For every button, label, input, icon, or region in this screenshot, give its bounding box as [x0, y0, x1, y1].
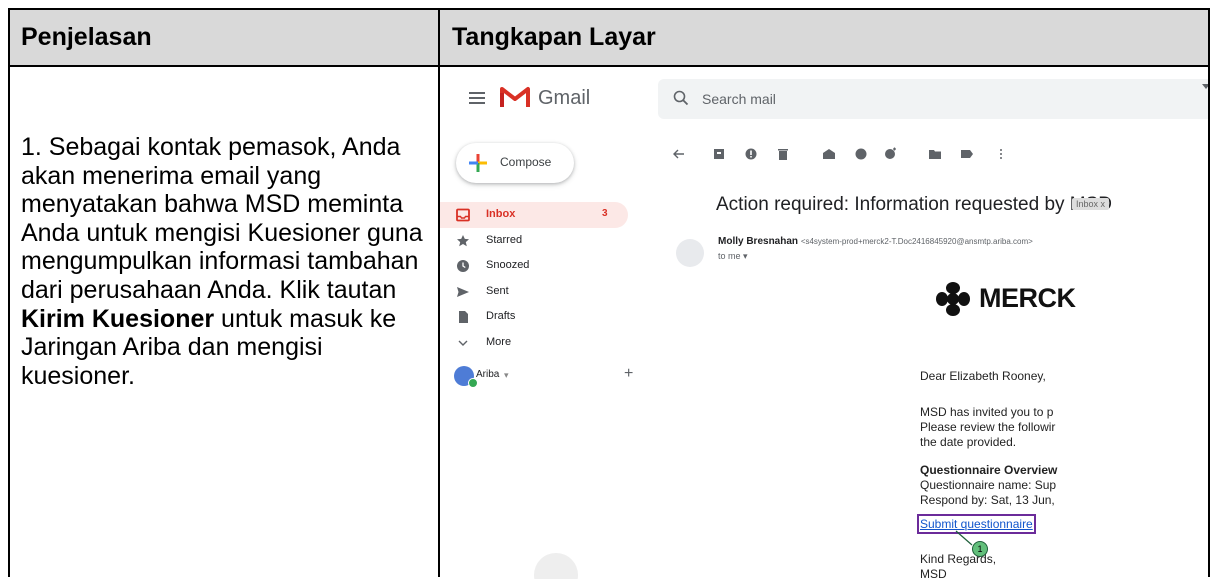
step-description: 1. Sebagai kontak pemasok, Anda akan men… — [21, 133, 426, 390]
sidebar-item-label: Inbox — [486, 208, 516, 220]
sidebar-item-label: Drafts — [486, 310, 516, 322]
search-input[interactable] — [702, 88, 1122, 110]
body-line-3: the date provided. — [920, 435, 1017, 449]
search-options-chevron-icon[interactable] — [1202, 84, 1208, 89]
account-name: Ariba — [476, 369, 500, 380]
merck-logo-icon — [936, 282, 970, 316]
move-to-icon[interactable] — [928, 147, 942, 161]
merck-wordmark: MERCK — [979, 283, 1076, 313]
sidebar-item-label: Sent — [486, 285, 509, 297]
inbox-unread-count: 3 — [602, 208, 608, 219]
report-spam-icon[interactable] — [744, 147, 758, 161]
sidebar-item-sent[interactable]: Sent — [440, 279, 640, 305]
star-icon — [457, 235, 469, 247]
respond-by-date: Respond by: Sat, 13 Jun, — [920, 493, 1055, 507]
sender-line: Molly Bresnahan <s4system-prod+merck2-T.… — [718, 236, 1033, 247]
overview-heading: Questionnaire Overview — [920, 463, 1058, 477]
search-bar[interactable] — [658, 79, 1208, 119]
sidebar-item-drafts[interactable]: Drafts — [440, 304, 640, 330]
instruction-table: Penjelasan Tangkapan Layar 1. Sebagai ko… — [8, 8, 1210, 579]
sidebar-item-label: Snoozed — [486, 259, 530, 271]
sender-avatar — [676, 239, 704, 267]
more-options-icon[interactable] — [994, 147, 1008, 161]
inbox-icon — [456, 208, 470, 222]
mark-unread-icon[interactable] — [822, 147, 836, 161]
body-line-1: MSD has invited you to p — [920, 405, 1054, 419]
gmail-screenshot: Gmail Compose Inbox 3 — [440, 67, 1208, 579]
account-switcher[interactable]: Ariba ▾ + — [454, 365, 654, 391]
compose-label: Compose — [500, 155, 552, 169]
sidebar-item-snoozed[interactable]: Snoozed — [440, 253, 640, 279]
submit-questionnaire-link[interactable]: Submit questionnaire — [917, 514, 1036, 534]
questionnaire-name: Questionnaire name: Sup — [920, 478, 1057, 492]
email-subject: Action required: Information requested b… — [716, 194, 1113, 215]
compose-plus-icon — [469, 154, 487, 172]
gmail-wordmark: Gmail — [538, 87, 591, 109]
sidebar-item-starred[interactable]: Starred — [440, 228, 640, 254]
back-arrow-icon[interactable] — [672, 147, 686, 161]
step-pointer-line — [955, 530, 973, 546]
recipient-details[interactable]: to me ▾ — [718, 251, 748, 262]
add-account-button[interactable]: + — [624, 365, 633, 383]
chevron-down-icon — [458, 340, 468, 346]
desc-text-1: 1. Sebagai kontak pemasok, Anda akan men… — [21, 133, 423, 304]
closing: Kind Regards, — [920, 552, 997, 566]
send-icon — [457, 287, 469, 297]
table-header-row: Penjelasan Tangkapan Layar — [10, 10, 1208, 67]
inbox-label-badge[interactable]: Inbox x — [1072, 198, 1110, 210]
hamburger-menu-icon[interactable] — [469, 92, 485, 104]
signature: MSD — [920, 567, 947, 579]
snooze-icon[interactable] — [854, 147, 868, 161]
compose-button[interactable]: Compose — [456, 143, 574, 183]
archive-icon[interactable] — [712, 147, 726, 161]
header-explanation: Penjelasan — [21, 23, 152, 51]
gmail-topbar: Gmail — [440, 67, 1208, 131]
hangouts-icon[interactable] — [534, 553, 578, 579]
body-line-2: Please review the followir — [920, 420, 1056, 434]
search-icon[interactable] — [673, 90, 689, 106]
greeting: Dear Elizabeth Rooney, — [920, 369, 1046, 383]
gmail-logo-icon — [500, 87, 530, 107]
delete-icon[interactable] — [776, 147, 790, 161]
header-screenshot: Tangkapan Layar — [452, 23, 656, 51]
sidebar-item-more[interactable]: More — [440, 330, 640, 356]
sender-address: <s4system-prod+merck2-T.Doc2416845920@an… — [800, 237, 1033, 246]
label-icon[interactable] — [960, 147, 974, 161]
clock-icon — [457, 260, 469, 272]
draft-icon — [459, 311, 468, 323]
sidebar-item-inbox[interactable]: Inbox 3 — [440, 202, 628, 228]
desc-bold-link-name: Kirim Kuesioner — [21, 304, 215, 333]
sidebar-item-label: More — [486, 336, 512, 348]
sidebar-item-label: Starred — [486, 234, 523, 246]
add-task-icon[interactable] — [884, 147, 898, 161]
sender-name: Molly Bresnahan — [718, 236, 799, 247]
account-caret-icon[interactable]: ▾ — [504, 370, 509, 381]
